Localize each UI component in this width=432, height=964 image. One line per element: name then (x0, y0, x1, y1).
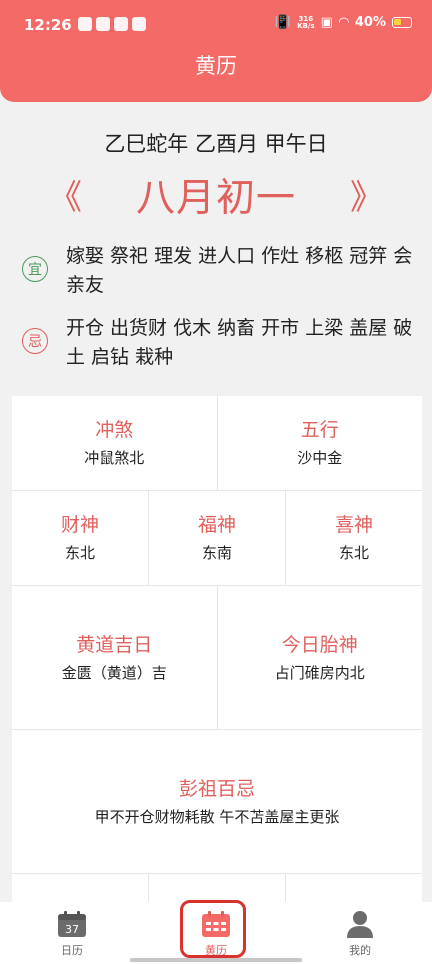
notification-icons (78, 17, 146, 31)
caishen-value: 东北 (64, 544, 95, 562)
status-time: 12:26 (24, 16, 72, 34)
lunar-date-row: 《 八月初一 》 (0, 170, 432, 228)
user-icon (345, 910, 375, 938)
svg-text:37: 37 (65, 923, 79, 936)
grid-row: 彭祖百忌 甲不开仓财物耗散 午不苫盖屋主更张 (12, 730, 422, 874)
pengzu-label: 彭祖百忌 (178, 777, 255, 800)
home-indicator[interactable] (130, 958, 302, 962)
huangdao-cell: 黄道吉日 金匮（黄道）吉 (12, 586, 218, 729)
pengzu-value: 甲不开仓财物耗散 午不苫盖屋主更张 (94, 807, 340, 826)
chongsha-label: 冲煞 (95, 419, 134, 441)
ganzhi-date: 乙巳蛇年 乙酉月 甲午日 (104, 132, 328, 156)
battery-percent: 40% (354, 15, 386, 30)
wifi-icon: ◠ (338, 15, 349, 30)
caishen-label: 财神 (60, 514, 99, 536)
taishen-label: 今日胎神 (281, 633, 358, 656)
grid-row: 财神 东北 福神 东南 喜神 东北 (12, 491, 422, 586)
taishen-value: 占门碓房内北 (274, 663, 365, 682)
huangdao-label: 黄道吉日 (76, 633, 153, 656)
fushen-value: 东南 (201, 544, 232, 562)
app-header: 12:26 📳 316 KB/s ▣ ◠ 40% 黄历 (0, 0, 432, 102)
yi-text: 嫁娶 祭祀 理发 进人口 作灶 移柩 冠笄 会亲友 (66, 245, 413, 296)
grid-row: 冲煞 冲鼠煞北 五行 沙中金 (12, 396, 422, 491)
xishen-value: 东北 (338, 544, 369, 562)
xishen-cell: 喜神 东北 (286, 491, 422, 585)
app-notification-icon (96, 17, 110, 31)
wuxing-value: 沙中金 (297, 449, 343, 467)
tab-profile[interactable]: 我的 (320, 908, 400, 958)
wuxing-label: 五行 (300, 419, 339, 441)
grid-row: 黄道吉日 金匮（黄道）吉 今日胎神 占门碓房内北 (12, 586, 422, 730)
status-right: 📳 316 KB/s ▣ ◠ 40% (275, 15, 412, 30)
fushen-label: 福神 (197, 514, 236, 536)
tab-profile-label: 我的 (349, 944, 371, 957)
no-sim-icon: ▣ (320, 15, 333, 30)
chongsha-value: 冲鼠煞北 (84, 449, 145, 467)
page-title: 黄历 (195, 54, 237, 78)
ji-badge: 忌 (22, 328, 48, 354)
chongsha-cell: 冲煞 冲鼠煞北 (12, 396, 218, 490)
battery-icon (392, 17, 412, 28)
status-bar: 12:26 📳 316 KB/s ▣ ◠ 40% (0, 0, 432, 50)
yi-badge: 宜 (22, 256, 48, 282)
tab-calendar[interactable]: 37 日历 (32, 908, 112, 958)
ji-text: 开仓 出货财 伐木 纳畜 开市 上梁 盖屋 破土 启钻 栽种 (66, 317, 413, 368)
tab-calendar-label: 日历 (61, 944, 83, 957)
app-notification-icon (78, 17, 92, 31)
vibrate-icon: 📳 (274, 15, 292, 30)
tab-highlight-box (180, 900, 246, 958)
net-speed-unit: KB/s (297, 21, 315, 30)
huangdao-value: 金匮（黄道）吉 (61, 663, 167, 682)
taishen-cell: 今日胎神 占门碓房内北 (218, 586, 423, 729)
almanac-grid: 冲煞 冲鼠煞北 五行 沙中金 财神 东北 福神 东南 喜神 东北 黄道吉日 金匮… (12, 396, 422, 914)
calendar-icon: 37 (57, 910, 87, 938)
net-speed: 316 KB/s (297, 15, 315, 30)
app-notification-icon (132, 17, 146, 31)
caishen-cell: 财神 东北 (12, 491, 149, 585)
tiktok-icon (114, 17, 128, 31)
fushen-cell: 福神 东南 (149, 491, 286, 585)
xishen-label: 喜神 (334, 514, 373, 536)
wuxing-cell: 五行 沙中金 (218, 396, 423, 490)
pengzu-cell: 彭祖百忌 甲不开仓财物耗散 午不苫盖屋主更张 (12, 730, 422, 873)
next-day-button[interactable]: 》 (350, 170, 384, 226)
